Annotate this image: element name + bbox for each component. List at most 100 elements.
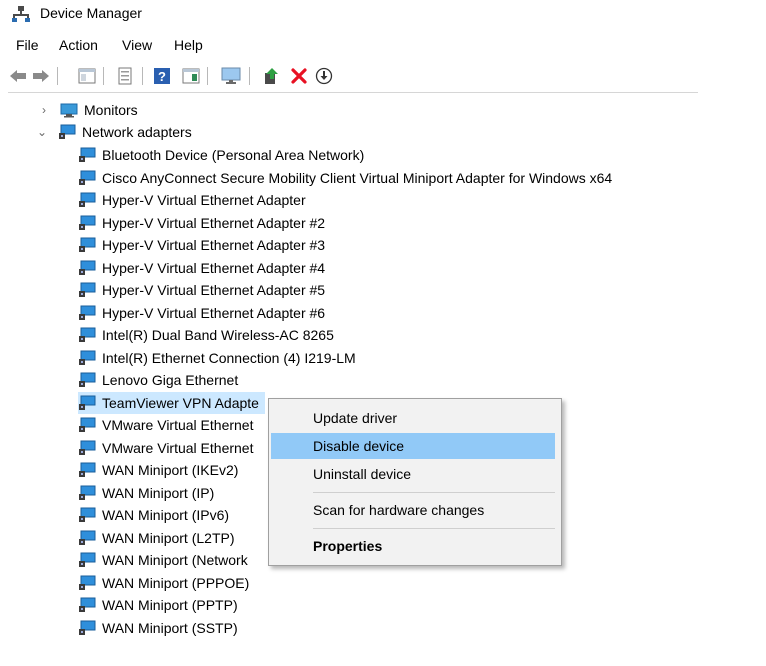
computer-monitor-icon[interactable] xyxy=(221,66,241,86)
network-adapter-label: WAN Miniport (IP) xyxy=(102,484,215,501)
menu-item-label: Properties xyxy=(313,538,383,554)
svg-text:?: ? xyxy=(158,69,166,84)
network-adapter-icon xyxy=(79,552,96,567)
network-adapter-icon xyxy=(79,597,96,612)
network-adapter-label: Hyper-V Virtual Ethernet Adapter xyxy=(102,192,306,208)
help-icon[interactable]: ? xyxy=(152,66,172,86)
menu-separator xyxy=(313,492,555,493)
chevron-right-icon[interactable]: › xyxy=(38,104,50,116)
network-adapter-icon xyxy=(79,575,96,590)
menu-item-update-driver[interactable]: Update driver xyxy=(271,405,555,431)
toolbar-divider xyxy=(8,92,698,93)
network-adapter-label: WAN Miniport (PPPOE) xyxy=(102,574,250,591)
network-adapter-label: WAN Miniport (IPv6) xyxy=(102,507,230,523)
network-adapter-icon xyxy=(79,485,96,500)
menu-item-label: Update driver xyxy=(313,410,398,426)
network-adapter-item[interactable]: WAN Miniport (PPPOE) xyxy=(78,572,255,594)
network-adapter-label: TeamViewer VPN Adapte xyxy=(102,394,259,411)
context-menu: Update driver Disable device Uninstall d… xyxy=(268,398,562,566)
window-title: Device Manager xyxy=(40,5,142,21)
network-adapter-label: Hyper-V Virtual Ethernet Adapter #2 xyxy=(102,214,326,231)
update-driver-icon[interactable] xyxy=(261,66,281,86)
network-adapter-item[interactable]: VMware Virtual Ethernet xyxy=(78,437,259,459)
properties-icon[interactable] xyxy=(115,66,135,86)
network-adapter-icon xyxy=(79,507,96,522)
network-adapter-item[interactable]: WAN Miniport (L2TP) xyxy=(78,527,241,549)
toolbar: ? xyxy=(0,64,766,88)
network-adapter-label: WAN Miniport (Network xyxy=(102,552,248,568)
network-adapter-item[interactable]: Hyper-V Virtual Ethernet Adapter #2 xyxy=(78,212,331,234)
menu-item-scan-hardware[interactable]: Scan for hardware changes xyxy=(271,497,555,523)
menu-item-disable-device[interactable]: Disable device xyxy=(271,433,555,459)
menu-file[interactable]: File xyxy=(16,37,39,53)
network-adapter-item[interactable]: WAN Miniport (IPv6) xyxy=(78,504,235,526)
network-adapter-item[interactable]: Hyper-V Virtual Ethernet Adapter #6 xyxy=(78,302,331,324)
network-adapter-label: Lenovo Giga Ethernet xyxy=(102,372,239,388)
uninstall-x-icon[interactable] xyxy=(289,66,309,86)
monitor-icon xyxy=(60,103,78,118)
network-adapter-icon xyxy=(79,260,96,275)
menu-item-properties[interactable]: Properties xyxy=(271,533,555,559)
network-adapter-icon xyxy=(79,215,96,230)
tree-node-label: Network adapters xyxy=(82,124,192,140)
title-bar: Device Manager xyxy=(0,0,766,28)
network-adapter-label: Hyper-V Virtual Ethernet Adapter #3 xyxy=(102,237,326,253)
network-adapter-icon xyxy=(59,124,76,139)
network-adapter-item[interactable]: Hyper-V Virtual Ethernet Adapter xyxy=(78,189,312,211)
network-adapter-label: Hyper-V Virtual Ethernet Adapter #4 xyxy=(102,259,326,276)
download-circle-icon[interactable] xyxy=(314,66,334,86)
network-adapter-item[interactable]: TeamViewer VPN Adapte xyxy=(78,391,265,414)
device-manager-icon xyxy=(12,6,30,22)
menu-view[interactable]: View xyxy=(122,37,152,53)
network-adapter-icon xyxy=(79,192,96,207)
network-adapter-item[interactable]: Lenovo Giga Ethernet xyxy=(78,369,244,391)
network-adapter-item[interactable]: Cisco AnyConnect Secure Mobility Client … xyxy=(78,167,618,189)
forward-arrow-icon[interactable] xyxy=(31,66,51,86)
network-adapter-icon xyxy=(79,530,96,545)
network-adapter-item[interactable]: VMware Virtual Ethernet xyxy=(78,414,259,436)
network-adapter-item[interactable]: Intel(R) Ethernet Connection (4) I219-LM xyxy=(78,347,362,369)
network-adapter-icon xyxy=(79,327,96,342)
network-adapter-icon xyxy=(79,282,96,297)
network-adapter-item[interactable]: Hyper-V Virtual Ethernet Adapter #4 xyxy=(78,257,331,279)
menu-item-label: Disable device xyxy=(313,438,405,454)
menu-item-label: Scan for hardware changes xyxy=(313,502,485,518)
network-adapter-item[interactable]: Intel(R) Dual Band Wireless-AC 8265 xyxy=(78,324,340,346)
back-arrow-icon[interactable] xyxy=(8,66,28,86)
network-adapter-item[interactable]: WAN Miniport (IKEv2) xyxy=(78,459,244,481)
network-adapter-item[interactable]: WAN Miniport (IP) xyxy=(78,482,220,504)
tree-node-label: Monitors xyxy=(84,102,138,118)
network-adapter-item[interactable]: WAN Miniport (PPTP) xyxy=(78,594,244,616)
network-adapter-label: VMware Virtual Ethernet xyxy=(102,439,254,456)
network-adapter-label: Hyper-V Virtual Ethernet Adapter #5 xyxy=(102,282,326,298)
network-adapter-icon xyxy=(79,147,96,162)
show-hide-console-tree-icon[interactable] xyxy=(77,66,97,86)
network-adapter-icon xyxy=(79,462,96,477)
network-adapter-label: WAN Miniport (SSTP) xyxy=(102,619,238,636)
menu-separator xyxy=(313,528,555,529)
network-adapter-icon xyxy=(79,620,96,635)
network-adapter-label: Bluetooth Device (Personal Area Network) xyxy=(102,147,365,163)
menu-item-label: Uninstall device xyxy=(313,466,412,482)
tree-node-network-adapters[interactable]: ⌄ Network adapters xyxy=(36,121,192,143)
network-adapter-item[interactable]: WAN Miniport (Network xyxy=(78,549,254,571)
menu-action[interactable]: Action xyxy=(59,37,98,53)
network-adapter-icon xyxy=(79,417,96,432)
action-pane-icon[interactable] xyxy=(181,66,201,86)
network-adapter-item[interactable]: Bluetooth Device (Personal Area Network) xyxy=(78,144,370,166)
network-adapter-icon xyxy=(79,170,96,185)
menu-help[interactable]: Help xyxy=(174,37,203,53)
network-adapter-icon xyxy=(79,237,96,252)
network-adapter-label: Hyper-V Virtual Ethernet Adapter #6 xyxy=(102,304,326,321)
network-adapter-label: WAN Miniport (IKEv2) xyxy=(102,462,239,478)
network-adapter-label: Intel(R) Dual Band Wireless-AC 8265 xyxy=(102,327,334,343)
network-adapter-item[interactable]: Hyper-V Virtual Ethernet Adapter #3 xyxy=(78,234,331,256)
network-adapter-icon xyxy=(79,372,96,387)
network-adapter-item[interactable]: Hyper-V Virtual Ethernet Adapter #5 xyxy=(78,279,331,301)
network-adapter-item[interactable]: WAN Miniport (SSTP) xyxy=(78,617,244,639)
menu-item-uninstall-device[interactable]: Uninstall device xyxy=(271,461,555,487)
chevron-down-icon[interactable]: ⌄ xyxy=(36,126,48,138)
tree-node-monitors[interactable]: › Monitors xyxy=(38,99,138,121)
menu-bar: File Action View Help xyxy=(0,34,766,58)
network-adapter-label: WAN Miniport (PPTP) xyxy=(102,597,238,613)
